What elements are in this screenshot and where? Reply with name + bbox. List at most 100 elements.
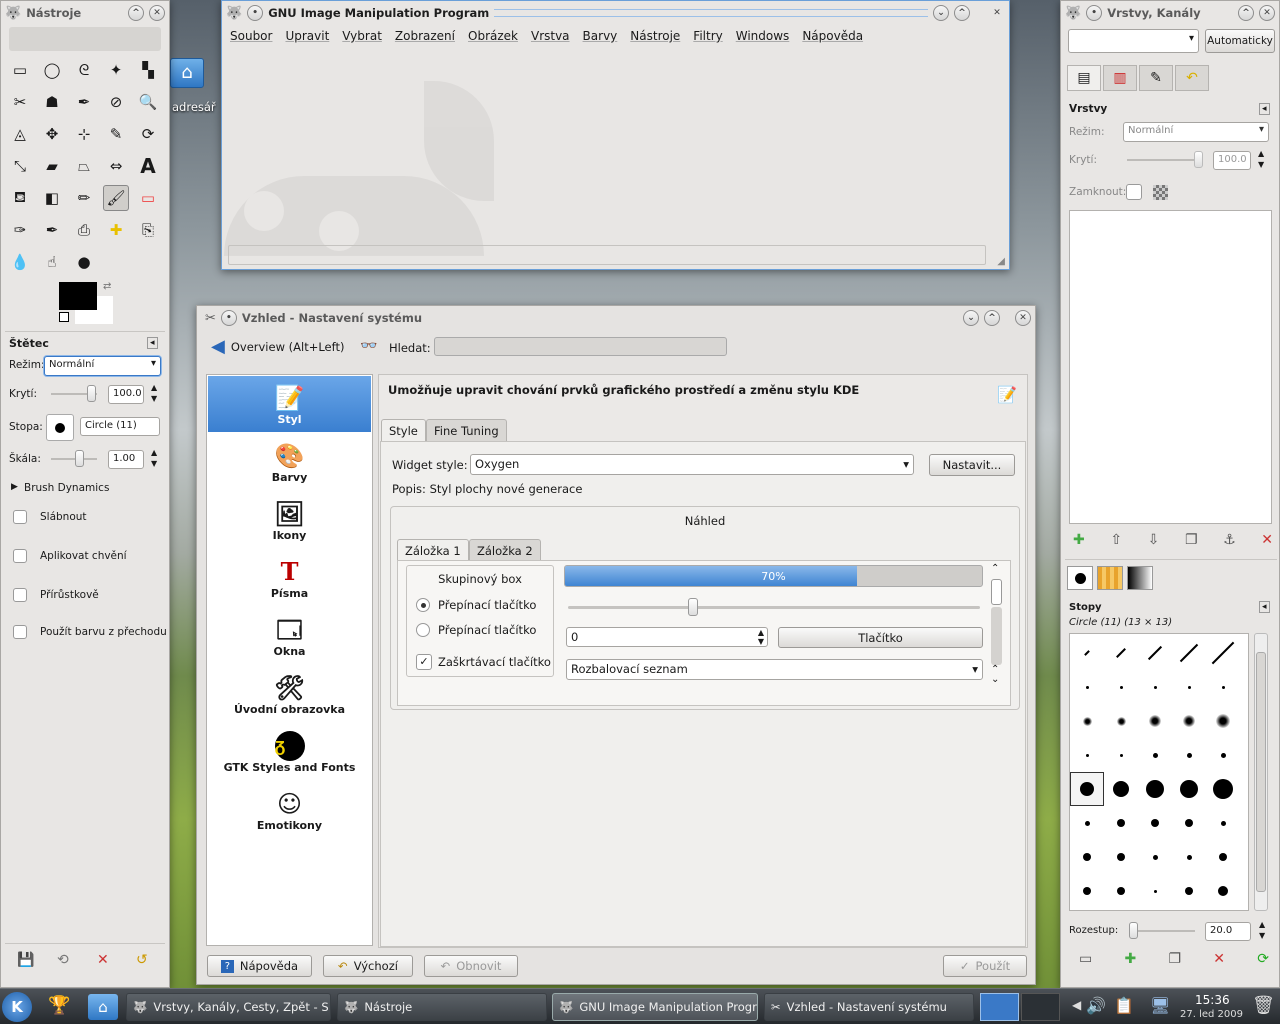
- lower-layer-icon[interactable]: ⇩: [1148, 532, 1160, 548]
- radio-button-2[interactable]: [416, 623, 430, 637]
- scroll-thumb[interactable]: [991, 579, 1002, 605]
- settings-titlebar[interactable]: ✂ • Vzhled - Nastavení systému ⌄ ^ ✕: [197, 306, 1035, 330]
- brush-swatch[interactable]: [1104, 704, 1138, 738]
- layers-list[interactable]: [1069, 210, 1272, 524]
- scroll-track[interactable]: [991, 607, 1002, 665]
- menu-9[interactable]: Windows: [736, 29, 790, 43]
- brush-swatch[interactable]: [1206, 704, 1240, 738]
- minimize-icon[interactable]: ^: [128, 5, 144, 21]
- brushes-grid[interactable]: [1069, 633, 1249, 911]
- layer-mode-select[interactable]: Normální ▾: [1123, 122, 1269, 142]
- close-icon[interactable]: ✕: [1015, 310, 1031, 326]
- default-colors-icon[interactable]: [59, 312, 69, 322]
- layers-tab-icon[interactable]: ▤: [1067, 65, 1101, 91]
- blend-tool-icon[interactable]: ◧: [39, 185, 65, 211]
- raise-layer-icon[interactable]: ⇧: [1110, 532, 1122, 548]
- expander-arrow-icon[interactable]: ▶: [11, 482, 18, 492]
- perspective-tool-icon[interactable]: ⏢: [71, 153, 97, 179]
- menu-5[interactable]: Vrstva: [531, 29, 570, 43]
- brushes-tab-icon[interactable]: [1067, 566, 1093, 590]
- layer-opacity-slider[interactable]: [1127, 159, 1199, 161]
- brush-swatch[interactable]: [1138, 636, 1172, 670]
- preview-slider[interactable]: [568, 606, 980, 609]
- brush-swatch[interactable]: [1172, 840, 1206, 874]
- opacity-field[interactable]: 100.0: [108, 385, 144, 404]
- toolbox-titlebar[interactable]: 🐺 Nástroje ^ ✕: [1, 1, 169, 25]
- preview-spinbox[interactable]: 0 ▲ ▼: [566, 627, 768, 647]
- brush-preview[interactable]: [46, 414, 74, 441]
- save-icon[interactable]: 💾: [17, 952, 34, 968]
- brush-swatch[interactable]: [1206, 636, 1240, 670]
- move-tool-icon[interactable]: ✥: [39, 121, 65, 147]
- window-menu-icon[interactable]: •: [247, 5, 264, 21]
- brush-swatch[interactable]: [1206, 806, 1240, 840]
- layer-opacity-handle[interactable]: [1194, 151, 1203, 168]
- brush-swatch[interactable]: [1104, 806, 1138, 840]
- task-gimp[interactable]: 🐺 GNU Image Manipulation Progr: [552, 993, 758, 1021]
- brush-swatch[interactable]: [1070, 840, 1104, 874]
- dodge-burn-tool-icon[interactable]: ●: [71, 249, 97, 275]
- clone-tool-icon[interactable]: ⎙: [71, 217, 97, 243]
- preview-scrollbar[interactable]: ⌃ ⌃ ⌄: [990, 563, 1004, 693]
- brush-swatch[interactable]: [1104, 636, 1138, 670]
- layers-titlebar[interactable]: 🐺 • Vrstvy, Kanály ^ ✕: [1061, 1, 1279, 25]
- widget-style-select[interactable]: Oxygen ▾: [470, 454, 914, 475]
- channels-tab-icon[interactable]: ▥: [1103, 65, 1137, 91]
- preview-checkbox[interactable]: ✓: [416, 654, 432, 670]
- brush-swatch[interactable]: [1104, 874, 1138, 908]
- brush-swatch[interactable]: [1138, 840, 1172, 874]
- window-menu-icon[interactable]: •: [220, 310, 237, 326]
- spacing-slider[interactable]: [1129, 930, 1195, 932]
- refresh-brushes-icon[interactable]: ⟳: [1257, 951, 1269, 967]
- spacing-field[interactable]: 20.0: [1205, 922, 1251, 941]
- brush-swatch[interactable]: [1070, 772, 1104, 806]
- reset-button[interactable]: ↶ Obnovit: [424, 955, 518, 977]
- radio-button-1[interactable]: [416, 598, 430, 612]
- category-windows[interactable]: 🗔 Okna: [207, 607, 372, 665]
- rect-select-tool-icon[interactable]: ▭: [7, 57, 33, 83]
- panel-menu-icon[interactable]: ◂: [1259, 103, 1270, 115]
- new-brush-icon[interactable]: ✚: [1124, 951, 1136, 967]
- scroll-thumb[interactable]: [1256, 652, 1266, 892]
- lock-alpha-checkbox[interactable]: [1126, 184, 1142, 200]
- spacing-slider-handle[interactable]: [1129, 922, 1138, 939]
- resize-grip-icon[interactable]: ◢: [997, 256, 1005, 267]
- zoom-tool-icon[interactable]: 🔍: [135, 89, 161, 115]
- heal-tool-icon[interactable]: ✚: [103, 217, 129, 243]
- menu-6[interactable]: Barvy: [583, 29, 618, 43]
- kde-menu-button[interactable]: K: [2, 992, 32, 1022]
- configure-button[interactable]: Nastavit...: [929, 454, 1015, 476]
- desktop-folder[interactable]: ⌂ adresář: [166, 56, 222, 120]
- gradients-tab-icon[interactable]: [1127, 566, 1153, 590]
- duplicate-layer-icon[interactable]: ❐: [1185, 532, 1198, 548]
- desktop-2[interactable]: [1021, 993, 1060, 1021]
- minimize-icon[interactable]: ⌄: [963, 310, 979, 326]
- delete-layer-icon[interactable]: ✕: [1261, 532, 1273, 548]
- flip-tool-icon[interactable]: ⇔: [103, 153, 129, 179]
- delete-icon[interactable]: ✕: [97, 952, 109, 968]
- maximize-icon[interactable]: ^: [984, 310, 1000, 326]
- shear-tool-icon[interactable]: ▰: [39, 153, 65, 179]
- menu-1[interactable]: Upravit: [285, 29, 329, 43]
- menu-8[interactable]: Filtry: [693, 29, 722, 43]
- ellipse-select-tool-icon[interactable]: ◯: [39, 57, 65, 83]
- scale-field[interactable]: 1.00: [108, 450, 144, 469]
- panel-menu-icon[interactable]: ◂: [147, 337, 158, 349]
- gradient-color-checkbox[interactable]: [13, 625, 27, 639]
- brush-swatch[interactable]: [1172, 670, 1206, 704]
- opacity-slider-handle[interactable]: [87, 385, 96, 402]
- tab-fine-tuning[interactable]: Fine Tuning: [426, 419, 507, 441]
- smudge-tool-icon[interactable]: ☝: [39, 249, 65, 275]
- close-icon[interactable]: ✕: [149, 5, 165, 21]
- apply-button[interactable]: ✓ Použít: [943, 955, 1027, 977]
- fade-checkbox[interactable]: [13, 510, 27, 524]
- preview-button[interactable]: Tlačítko: [778, 627, 983, 648]
- close-icon[interactable]: ✕: [989, 5, 1005, 21]
- free-select-tool-icon[interactable]: ᘓ: [71, 57, 97, 83]
- brush-swatch[interactable]: [1104, 772, 1138, 806]
- foreground-select-tool-icon[interactable]: ☗: [39, 89, 65, 115]
- align-tool-icon[interactable]: ⊹: [71, 121, 97, 147]
- network-icon[interactable]: 🖥: [1150, 996, 1170, 1015]
- brush-swatch[interactable]: [1104, 840, 1138, 874]
- new-layer-icon[interactable]: ✚: [1073, 532, 1085, 548]
